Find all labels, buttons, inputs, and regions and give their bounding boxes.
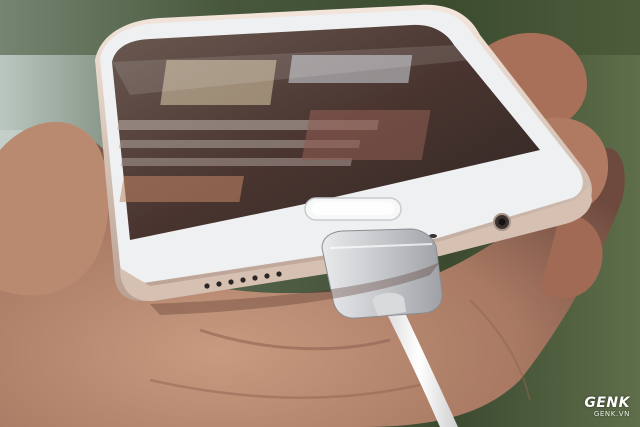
phone-photo [0,0,640,427]
genk-watermark: GENK GENK.VN [584,396,630,418]
watermark-site: GENK.VN [593,410,630,418]
watermark-brand: GENK [584,395,630,411]
photo-scene: GENK GENK.VN [0,0,640,427]
